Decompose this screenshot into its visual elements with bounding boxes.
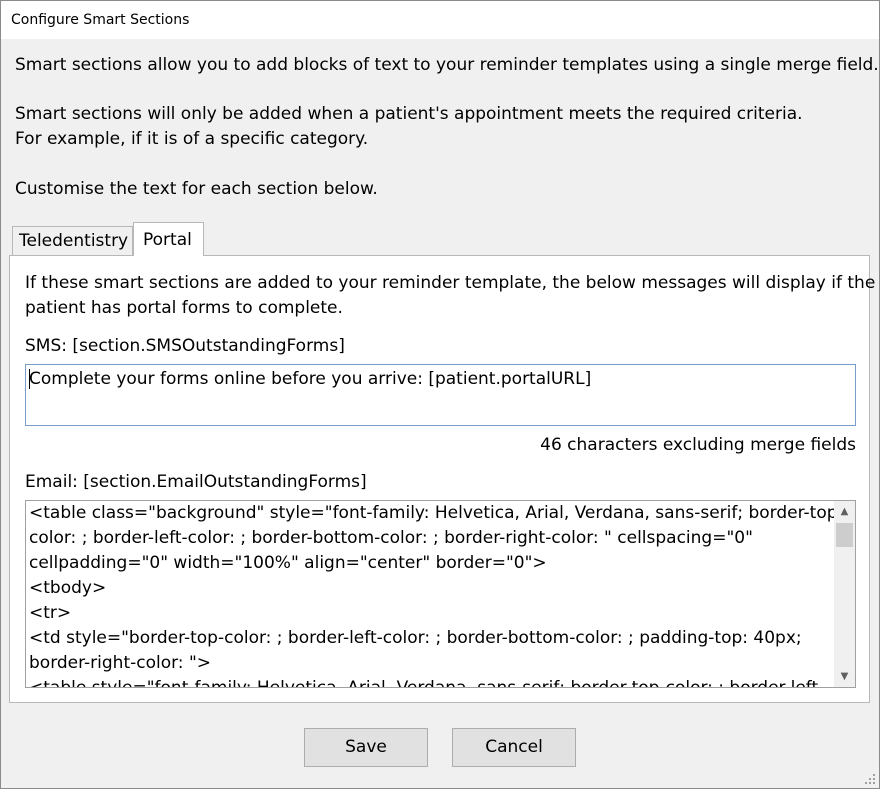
intro-text-4: Customise the text for each section belo… [15, 179, 378, 199]
email-line: <table class="background" style="font-fa… [29, 503, 844, 523]
intro-text-3: For example, if it is of a specific cate… [15, 129, 369, 149]
email-text: <table class="background" style="font-fa… [29, 501, 844, 688]
scroll-down-arrow-icon[interactable]: ▼ [834, 666, 855, 687]
char-count: 46 characters excluding merge fields [540, 435, 856, 455]
intro-text-2: Smart sections will only be added when a… [15, 104, 803, 124]
scrollbar-thumb[interactable] [836, 523, 853, 547]
scroll-up-arrow-icon[interactable]: ▲ [834, 501, 855, 522]
resize-grip-icon[interactable] [864, 773, 876, 785]
email-line: <table style="font-family: Helvetica, Ar… [29, 678, 825, 688]
title-bar: Configure Smart Sections [1, 1, 879, 39]
dialog-window: Configure Smart Sections Smart sections … [0, 0, 880, 789]
tab-teledentistry[interactable]: Teledentistry [12, 226, 133, 256]
email-line: cellpadding="0" width="100%" align="cent… [29, 553, 547, 573]
text-caret [29, 369, 30, 389]
intro-text-1: Smart sections allow you to add blocks o… [15, 55, 879, 75]
tab-panel-portal: If these smart sections are added to you… [9, 255, 875, 703]
email-line: border-right-color: "> [29, 653, 212, 673]
sms-textbox[interactable]: Complete your forms online before you ar… [25, 364, 856, 426]
panel-description-2: patient has portal forms to complete. [25, 298, 343, 318]
tab-portal[interactable]: Portal [133, 222, 204, 256]
email-label: Email: [section.EmailOutstandingForms] [25, 472, 367, 492]
email-line: <tbody> [29, 578, 107, 598]
cancel-button[interactable]: Cancel [452, 728, 576, 767]
email-line: color: ; border-left-color: ; border-bot… [29, 528, 753, 548]
sms-text: Complete your forms online before you ar… [29, 369, 592, 389]
save-button[interactable]: Save [304, 728, 428, 767]
window-title: Configure Smart Sections [11, 12, 190, 28]
email-line: <tr> [29, 603, 72, 623]
email-scrollbar[interactable]: ▲ ▼ [834, 501, 855, 687]
panel-description-1: If these smart sections are added to you… [25, 273, 876, 293]
email-textbox[interactable]: <table class="background" style="font-fa… [25, 500, 856, 688]
email-line: <td style="border-top-color: ; border-le… [29, 628, 802, 648]
sms-label: SMS: [section.SMSOutstandingForms] [25, 336, 345, 356]
